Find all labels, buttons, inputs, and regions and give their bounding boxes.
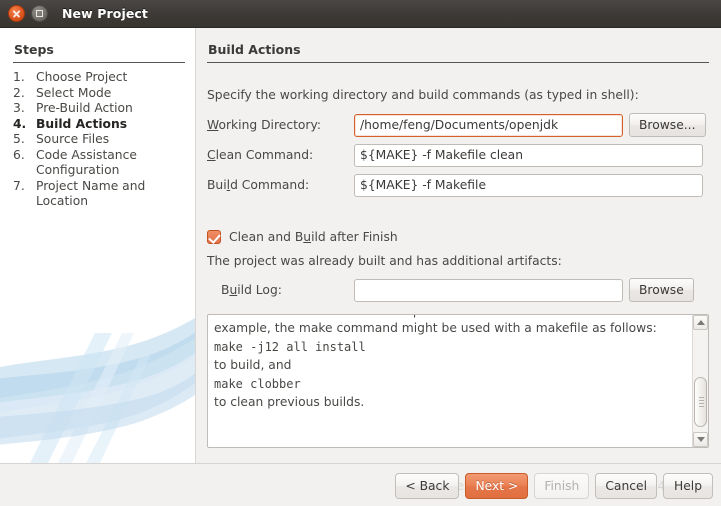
step-number: 1.	[13, 70, 36, 86]
build-actions-panel: Build Actions Specify the working direct…	[196, 28, 721, 463]
step-item-4: 4.Build Actions	[13, 117, 188, 133]
help-button[interactable]: Help	[663, 473, 713, 499]
step-label: Source Files	[36, 132, 188, 148]
step-number: 7.	[13, 179, 36, 210]
next-button[interactable]: Next >	[465, 473, 528, 499]
footer-button-bar: < BackNext >FinishCancelHelp	[395, 473, 713, 499]
new-project-dialog: New Project Steps 1.Choose Project2.Sele…	[0, 0, 721, 506]
description-line: example, the make command might be used …	[214, 320, 686, 337]
description-line: make clobber	[214, 374, 686, 394]
working-directory-row: Working Directory: Browse...	[207, 113, 709, 137]
window-titlebar: New Project	[0, 0, 721, 28]
step-number: 4.	[13, 117, 36, 133]
step-label: Project Name and Location	[36, 179, 188, 210]
finish-button: Finish	[534, 473, 589, 499]
step-number: 3.	[13, 101, 36, 117]
description-line: make -j12 all install	[214, 337, 686, 357]
step-number: 2.	[13, 86, 36, 102]
back-button[interactable]: < Back	[395, 473, 459, 499]
description-textarea[interactable]: commands to execute the build process an…	[207, 314, 709, 448]
step-number: 5.	[13, 132, 36, 148]
scrollbar-thumb[interactable]	[694, 377, 707, 427]
close-icon[interactable]	[8, 5, 25, 22]
instruction-text: Specify the working directory and build …	[207, 88, 639, 102]
build-command-label: Build Command:	[207, 178, 354, 192]
step-label: Code Assistance Configuration	[36, 148, 188, 179]
clean-command-label: Clean Command:	[207, 148, 354, 162]
steps-divider	[13, 62, 185, 63]
step-label: Build Actions	[36, 117, 188, 133]
step-item-3: 3.Pre-Build Action	[13, 101, 188, 117]
artifacts-note: The project was already built and has ad…	[207, 254, 562, 268]
page-title-divider	[207, 62, 709, 63]
page-title: Build Actions	[208, 42, 301, 57]
step-item-2: 2.Select Mode	[13, 86, 188, 102]
description-line: to clean previous builds.	[214, 394, 686, 411]
working-directory-browse-button[interactable]: Browse...	[629, 113, 706, 137]
build-command-input[interactable]	[354, 174, 703, 197]
build-command-row: Build Command:	[207, 173, 709, 197]
build-log-label: Build Log:	[207, 283, 354, 297]
dialog-footer: osNextbg d W 14 < BackNext >FinishCancel…	[0, 463, 721, 506]
clean-and-build-label: Clean and Build after Finish	[229, 230, 398, 244]
maximize-icon[interactable]	[31, 5, 48, 22]
description-scrollbar[interactable]	[692, 315, 708, 447]
clean-and-build-checkbox-row[interactable]: Clean and Build after Finish	[207, 230, 398, 244]
cancel-button[interactable]: Cancel	[595, 473, 657, 499]
scroll-up-arrow-icon[interactable]	[693, 315, 708, 330]
step-label: Select Mode	[36, 86, 188, 102]
step-item-5: 5.Source Files	[13, 132, 188, 148]
step-item-6: 6.Code Assistance Configuration	[13, 148, 188, 179]
step-item-1: 1.Choose Project	[13, 70, 188, 86]
scroll-down-arrow-icon[interactable]	[693, 432, 708, 447]
clean-command-row: Clean Command:	[207, 143, 709, 167]
step-label: Choose Project	[36, 70, 188, 86]
step-label: Pre-Build Action	[36, 101, 188, 117]
step-number: 6.	[13, 148, 36, 179]
working-directory-label: Working Directory:	[207, 118, 354, 132]
steps-sidebar: Steps 1.Choose Project2.Select Mode3.Pre…	[0, 28, 196, 463]
build-log-row: Build Log: Browse	[207, 278, 709, 302]
description-textarea-content: commands to execute the build process an…	[208, 314, 692, 411]
steps-header: Steps	[14, 42, 54, 57]
build-log-input[interactable]	[354, 279, 623, 302]
description-line: to build, and	[214, 357, 686, 374]
build-log-browse-button[interactable]: Browse	[629, 278, 694, 302]
clean-command-input[interactable]	[354, 144, 703, 167]
steps-list: 1.Choose Project2.Select Mode3.Pre-Build…	[13, 70, 188, 210]
window-title: New Project	[62, 6, 148, 21]
dialog-body: Steps 1.Choose Project2.Select Mode3.Pre…	[0, 28, 721, 463]
working-directory-input[interactable]	[354, 114, 623, 137]
netbeans-swoosh-graphic	[0, 313, 196, 463]
step-item-7: 7.Project Name and Location	[13, 179, 188, 210]
clean-and-build-checkbox[interactable]	[207, 230, 221, 244]
